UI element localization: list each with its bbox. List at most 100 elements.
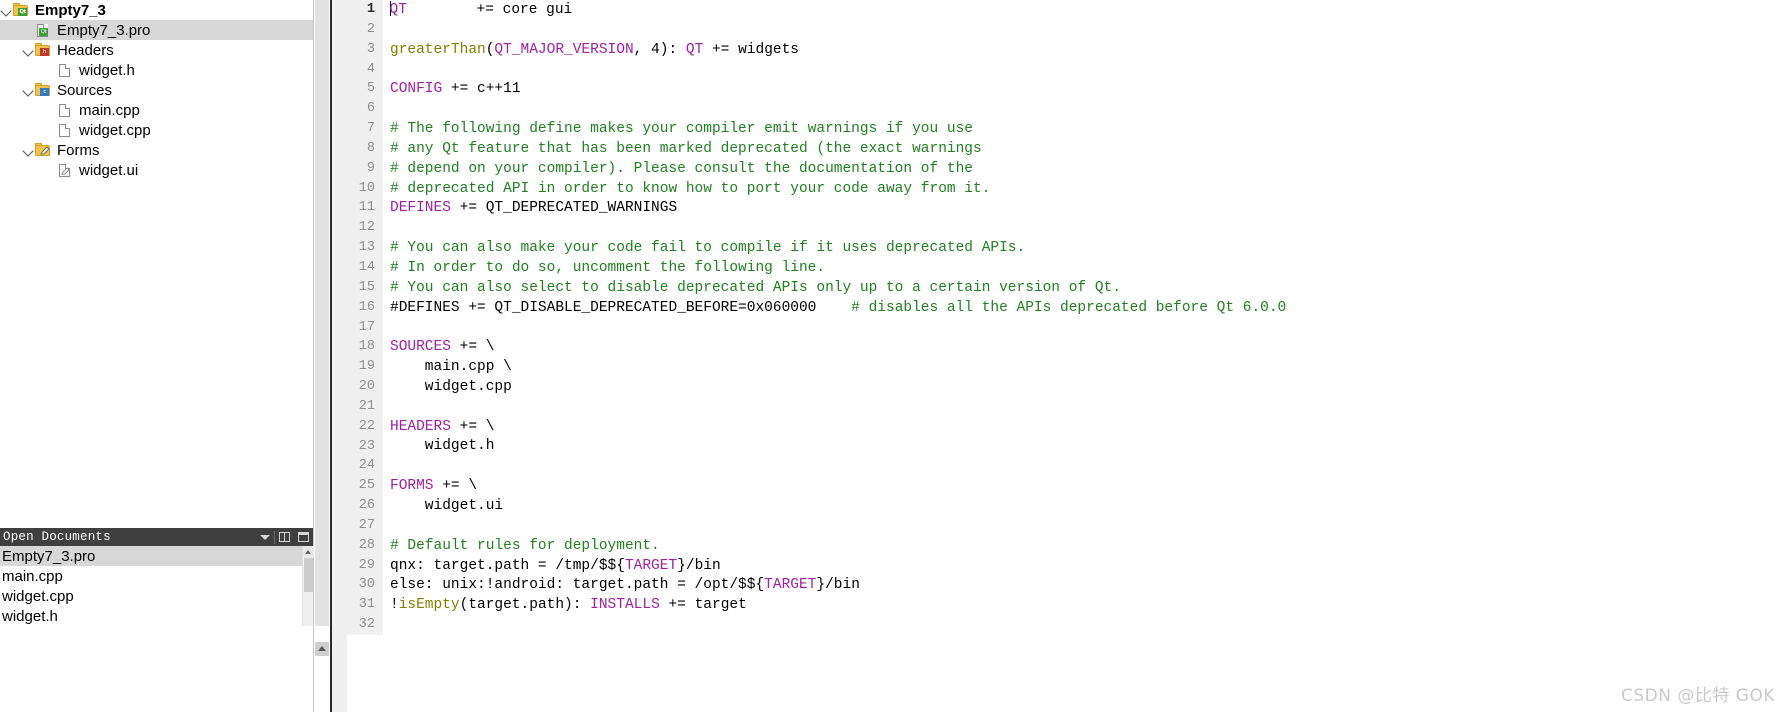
editor-scrollbar[interactable]: [314, 0, 330, 712]
code-line[interactable]: 23 widget.h: [347, 436, 1789, 457]
editor-scrollbar-thumb[interactable]: [315, 0, 329, 626]
tree-item-headers[interactable]: h Headers: [0, 40, 313, 60]
open-document-item[interactable]: Empty7_3.pro: [0, 546, 313, 566]
file-icon: [57, 63, 73, 78]
code-token: QT: [389, 2, 407, 19]
code-line-text[interactable]: # any Qt feature that has been marked de…: [383, 141, 982, 157]
code-line-text[interactable]: QT += core gui: [383, 1, 572, 18]
code-line-text[interactable]: main.cpp \: [383, 359, 512, 375]
code-line[interactable]: 25 FORMS += \: [347, 476, 1789, 497]
code-token: qnx: target.path = /tmp/$${: [390, 557, 625, 574]
code-line[interactable]: 29 qnx: target.path = /tmp/$${TARGET}/bin: [347, 555, 1789, 576]
code-line[interactable]: 14 # In order to do so, uncomment the fol…: [347, 257, 1789, 278]
scrollbar-thumb[interactable]: [304, 558, 313, 592]
code-line-text[interactable]: # deprecated API in order to know how to…: [383, 181, 990, 197]
code-line-text[interactable]: HEADERS += \: [383, 419, 494, 435]
code-line[interactable]: 7 # The following define makes your compi…: [347, 119, 1789, 139]
code-line-text[interactable]: qnx: target.path = /tmp/$${TARGET}/bin: [383, 558, 721, 574]
open-document-item[interactable]: widget.h: [0, 606, 313, 626]
code-line[interactable]: 30 else: unix:!android: target.path = /op…: [347, 575, 1789, 596]
open-documents-list[interactable]: Empty7_3.pro main.cpp widget.cpp widget.h: [0, 546, 314, 626]
code-line[interactable]: 28 # Default rules for deployment.: [347, 535, 1789, 556]
code-line-text[interactable]: FORMS += \: [383, 478, 477, 494]
split-icon[interactable]: [275, 528, 294, 546]
code-line[interactable]: 3 greaterThan(QT_MAJOR_VERSION, 4): QT +=…: [347, 39, 1789, 60]
tree-item-widget-h[interactable]: widget.h: [0, 60, 313, 80]
code-line[interactable]: 6: [347, 99, 1789, 120]
code-token: += target: [659, 597, 747, 614]
code-line[interactable]: 2: [347, 19, 1789, 40]
tree-item-sources[interactable]: c Sources: [0, 80, 313, 100]
scroll-up-arrow-icon[interactable]: [303, 546, 314, 557]
code-line[interactable]: 22 HEADERS += \: [347, 416, 1789, 437]
code-line-text[interactable]: # You can also make your code fail to co…: [383, 240, 1025, 256]
chevron-down-icon[interactable]: [255, 528, 274, 546]
line-number: 24: [347, 456, 383, 477]
line-number: 15: [347, 277, 383, 298]
code-line[interactable]: 32: [347, 615, 1789, 635]
code-line[interactable]: 31 !isEmpty(target.path): INSTALLS += tar…: [347, 595, 1789, 616]
code-line-text[interactable]: else: unix:!android: target.path = /opt/…: [383, 577, 860, 593]
code-line[interactable]: 9 # depend on your compiler). Please cons…: [347, 158, 1789, 179]
code-line-text[interactable]: # Default rules for deployment.: [383, 538, 660, 554]
editor-scroll-up-arrow-icon[interactable]: [315, 642, 329, 656]
tree-item-empty7-3[interactable]: Qt Empty7_3: [0, 0, 313, 20]
line-number: 21: [347, 396, 383, 417]
code-line[interactable]: 15 # You can also select to disable depre…: [347, 277, 1789, 298]
code-line[interactable]: 12: [347, 218, 1789, 239]
open-document-item[interactable]: widget.cpp: [0, 586, 313, 606]
open-document-item[interactable]: main.cpp: [0, 566, 313, 586]
code-line-text[interactable]: widget.ui: [383, 498, 503, 514]
chevron-down-icon[interactable]: [22, 84, 35, 97]
code-line[interactable]: 4: [347, 59, 1789, 80]
editor-marker-gutter[interactable]: [330, 0, 347, 712]
code-line[interactable]: 5 CONFIG += c++11: [347, 79, 1789, 100]
code-line[interactable]: 26 widget.ui: [347, 496, 1789, 516]
code-token: main.cpp \: [390, 359, 512, 376]
code-line-text[interactable]: SOURCES += \: [383, 339, 494, 355]
close-icon[interactable]: [294, 528, 313, 546]
code-token: += \: [450, 418, 495, 435]
code-line[interactable]: 21: [347, 396, 1789, 417]
code-line[interactable]: 13 # You can also make your code fail to …: [347, 238, 1789, 258]
code-line[interactable]: 16 #DEFINES += QT_DISABLE_DEPRECATED_BEFO…: [347, 297, 1789, 318]
code-line[interactable]: 19 main.cpp \: [347, 357, 1789, 378]
code-line[interactable]: 20 widget.cpp: [347, 377, 1789, 397]
chevron-down-icon[interactable]: [22, 144, 35, 157]
code-line[interactable]: 24: [347, 456, 1789, 477]
code-line[interactable]: 1 QT += core gui: [347, 0, 1789, 20]
line-number: 11: [347, 198, 383, 219]
twisty-placeholder: [44, 164, 57, 177]
code-line-text[interactable]: # You can also select to disable depreca…: [383, 280, 1121, 296]
code-line-text[interactable]: !isEmpty(target.path): INSTALLS += targe…: [383, 597, 747, 613]
project-tree[interactable]: Qt Empty7_3 Qt Empty7_3.pro h Headers widget.h…: [0, 0, 313, 528]
tree-item-widget-cpp[interactable]: widget.cpp: [0, 120, 313, 140]
open-documents-title: Open Documents: [3, 530, 111, 544]
code-line-text[interactable]: widget.h: [383, 438, 495, 454]
code-line[interactable]: 10 # deprecated API in order to know how …: [347, 178, 1789, 199]
code-line-text[interactable]: DEFINES += QT_DEPRECATED_WARNINGS: [383, 200, 677, 216]
tree-item-main-cpp[interactable]: main.cpp: [0, 100, 313, 120]
code-token: INSTALLS: [590, 597, 660, 614]
code-line-text[interactable]: widget.cpp: [383, 379, 512, 395]
code-line[interactable]: 18 SOURCES += \: [347, 337, 1789, 358]
code-token: isEmpty: [398, 597, 460, 614]
code-line-text[interactable]: # The following define makes your compil…: [383, 121, 973, 137]
code-content[interactable]: 1 QT += core gui 2 3 greaterThan(QT_MAJOR_VE…: [347, 0, 1789, 712]
chevron-down-icon[interactable]: [0, 4, 13, 17]
code-line[interactable]: 27: [347, 515, 1789, 536]
chevron-down-icon[interactable]: [22, 44, 35, 57]
code-line-text[interactable]: greaterThan(QT_MAJOR_VERSION, 4): QT += …: [383, 42, 799, 58]
code-line[interactable]: 11 DEFINES += QT_DEPRECATED_WARNINGS: [347, 198, 1789, 219]
code-line[interactable]: 17: [347, 317, 1789, 338]
code-line-text[interactable]: CONFIG += c++11: [383, 81, 521, 97]
tree-item-forms[interactable]: Forms: [0, 140, 313, 160]
code-line-text[interactable]: # In order to do so, uncomment the follo…: [383, 260, 825, 276]
code-line[interactable]: 8 # any Qt feature that has been marked d…: [347, 138, 1789, 159]
tree-item-empty7-3-pro[interactable]: Qt Empty7_3.pro: [0, 20, 313, 40]
code-line-text[interactable]: # depend on your compiler). Please consu…: [383, 161, 973, 177]
open-documents-scrollbar[interactable]: [302, 546, 314, 626]
tree-item-widget-ui[interactable]: widget.ui: [0, 160, 313, 180]
code-line-text[interactable]: #DEFINES += QT_DISABLE_DEPRECATED_BEFORE…: [383, 300, 1286, 316]
code-token: # any Qt feature that has been marked de…: [390, 140, 982, 157]
